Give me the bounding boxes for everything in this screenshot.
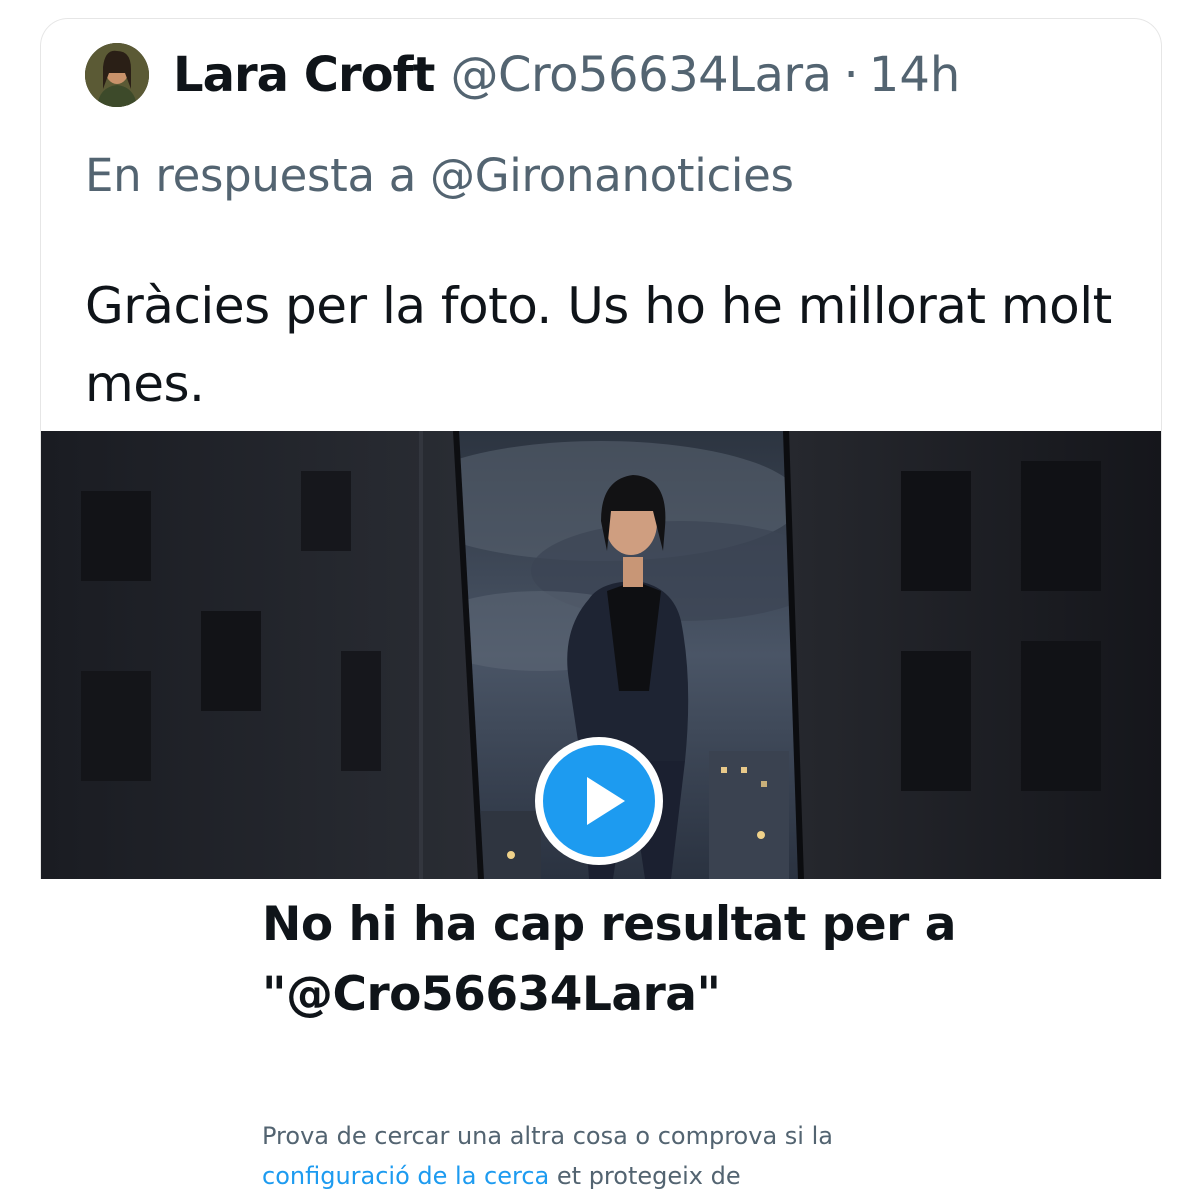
search-suggestion: Prova de cercar una altra cosa o comprov… — [262, 1116, 982, 1196]
avatar-image — [85, 43, 149, 107]
search-settings-link[interactable]: configuració de la cerca — [262, 1162, 549, 1190]
tweet-card[interactable]: Lara Croft @Cro56634Lara · 14h En respue… — [40, 18, 1162, 879]
tweet-text: Gràcies per la foto. Us ho he millorat m… — [85, 277, 1112, 413]
no-results-title: No hi ha cap resultat per a "@Cro56634La… — [262, 897, 956, 1022]
author-handle[interactable]: @Cro56634Lara — [450, 47, 832, 103]
author-name[interactable]: Lara Croft — [173, 47, 435, 103]
play-button[interactable] — [535, 737, 663, 865]
timestamp[interactable]: 14h — [869, 47, 961, 103]
tweet-media-video[interactable] — [41, 431, 1161, 879]
play-icon — [587, 777, 625, 825]
search-results-panel: No hi ha cap resultat per a "@Cro56634La… — [262, 880, 1062, 1200]
reply-context: En respuesta a @Gironanoticies — [85, 149, 794, 202]
suggestion-suffix: et protegeix de — [556, 1162, 741, 1190]
reply-prefix: En respuesta a — [85, 149, 417, 202]
tweet-header: Lara Croft @Cro56634Lara · 14h — [85, 41, 960, 109]
reply-mention-link[interactable]: @Gironanoticies — [430, 149, 794, 202]
avatar[interactable] — [85, 43, 149, 107]
suggestion-prefix: Prova de cercar una altra cosa o comprov… — [262, 1122, 833, 1150]
separator-dot: · — [843, 47, 859, 103]
